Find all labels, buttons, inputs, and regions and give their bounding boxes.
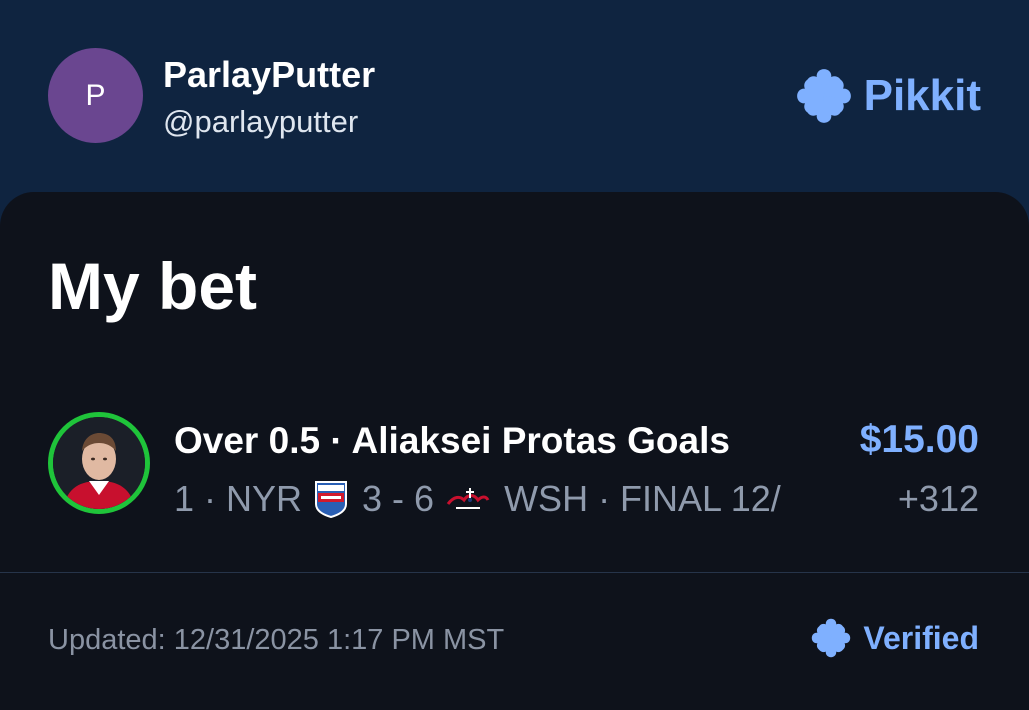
rangers-logo-icon (315, 481, 348, 518)
avatar-initial: P (85, 78, 106, 112)
bet-share-card: P ParlayPutter @parlayputter Pikkit My b… (0, 0, 1029, 710)
verified-badge[interactable]: Verified (811, 618, 979, 658)
bet-card: My bet Over 0.5 · Aliaksei Protas Goals … (0, 192, 1029, 710)
updated-timestamp: Updated: 12/31/2025 1:17 PM MST (48, 624, 505, 656)
brand-logo[interactable]: Pikkit (796, 68, 981, 124)
user-handle[interactable]: @parlayputter (163, 104, 358, 140)
card-title: My bet (48, 249, 258, 323)
bet-row[interactable]: Over 0.5 · Aliaksei Protas Goals 1 · NYR… (0, 412, 1029, 522)
bet-title: Over 0.5 · Aliaksei Protas Goals (174, 420, 730, 461)
capitals-logo-icon (446, 488, 490, 509)
verified-label: Verified (863, 619, 979, 656)
player-headshot (48, 412, 150, 514)
bet-odds: +312 (897, 478, 979, 519)
bet-sub-right: WSH · FINAL 12/ (504, 478, 781, 519)
avatar[interactable]: P (48, 48, 143, 143)
bet-score: 3 - 6 (362, 478, 435, 519)
header: P ParlayPutter @parlayputter Pikkit (0, 0, 1029, 195)
bet-subtitle: 1 · NYR 3 - 6 WSH · FINAL 12/ (174, 478, 819, 520)
user-name[interactable]: ParlayPutter (163, 54, 375, 96)
divider (0, 572, 1029, 573)
player-headshot-icon (53, 417, 145, 509)
clover-icon (796, 69, 851, 123)
bet-amount: $15.00 (859, 418, 979, 461)
brand-name: Pikkit (863, 71, 981, 120)
clover-icon (812, 618, 851, 658)
bet-sub-left: 1 · NYR (174, 478, 303, 519)
